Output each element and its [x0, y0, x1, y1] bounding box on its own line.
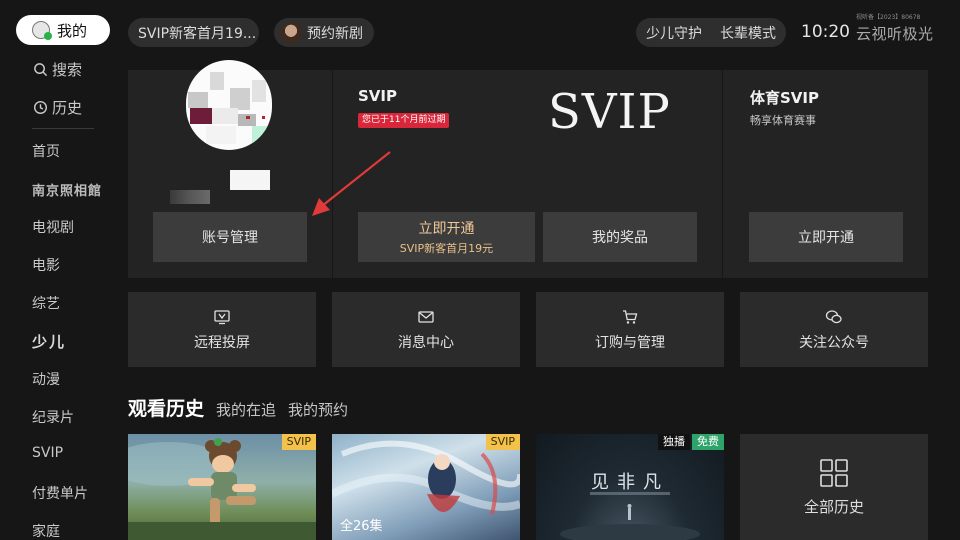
- expired-badge: 您已于11个月前过期: [358, 113, 450, 128]
- elder-mode-button[interactable]: 长辈模式: [720, 23, 776, 43]
- svip-badge: SVIP: [281, 434, 316, 450]
- order-manage-button[interactable]: 订购与管理: [536, 292, 724, 367]
- clock: 10:20: [801, 22, 850, 42]
- sidebar-item-me-label: 我的: [57, 21, 88, 40]
- blurred-info-block: [230, 170, 270, 190]
- sidebar-item-history-label: 历史: [52, 99, 83, 117]
- cart-icon: [623, 309, 638, 324]
- brand-logo: 云视听极光: [856, 25, 934, 43]
- sports-svip-subtitle: 畅享体育赛事: [750, 114, 816, 127]
- all-history-button[interactable]: 全部历史: [740, 434, 928, 540]
- sidebar-item-label: 家庭: [32, 524, 60, 540]
- grid-icon: [820, 458, 848, 487]
- license-number: 视听备【2023】80678: [856, 14, 921, 21]
- svip-badge: SVIP: [485, 434, 520, 450]
- tab-following[interactable]: 我的在追: [216, 399, 276, 420]
- remote-cast-button[interactable]: 远程投屏: [128, 292, 316, 367]
- sidebar-item-search[interactable]: 搜索: [32, 59, 82, 80]
- sidebar-item-anime[interactable]: 动漫: [32, 369, 60, 389]
- sidebar-item-history[interactable]: 历史: [32, 97, 82, 118]
- sidebar-divider: [32, 128, 94, 129]
- sidebar-item-family[interactable]: 家庭: [32, 521, 60, 540]
- sidebar-item-label: 付费单片: [32, 486, 88, 502]
- sidebar-item-nanjing-photo-studio[interactable]: 南京照相館: [32, 180, 102, 199]
- sidebar-item-variety[interactable]: 综艺: [32, 293, 60, 313]
- open-sports-svip-button[interactable]: 立即开通: [749, 212, 903, 262]
- sidebar-item-movies[interactable]: 电影: [32, 255, 60, 275]
- history-card[interactable]: SVIP: [128, 434, 316, 540]
- sidebar-item-documentary[interactable]: 纪录片: [32, 407, 74, 427]
- sidebar-item-label: SVIP: [32, 445, 64, 461]
- all-history-label: 全部历史: [803, 497, 864, 516]
- sidebar-item-paid-movies[interactable]: 付费单片: [32, 483, 88, 503]
- exclusive-badge: 独播: [658, 434, 690, 450]
- account-manage-label: 账号管理: [202, 230, 258, 246]
- episode-count: 全26集: [340, 519, 383, 534]
- free-badge: 免费: [692, 434, 724, 450]
- svip-title: SVIP: [358, 87, 397, 105]
- clock-icon: [32, 100, 48, 116]
- sports-svip-title: 体育SVIP: [750, 89, 819, 107]
- remote-cast-label: 远程投屏: [194, 334, 250, 351]
- tab-reservations[interactable]: 我的预约: [288, 399, 348, 420]
- sidebar-item-label: 纪录片: [32, 410, 74, 426]
- open-svip-label: 立即开通: [418, 221, 475, 237]
- open-sports-svip-label: 立即开通: [798, 230, 854, 246]
- sidebar-item-home[interactable]: 首页: [32, 141, 60, 161]
- my-prizes-button[interactable]: 我的奖品: [543, 212, 697, 262]
- reserve-new-drama-label: 预约新剧: [307, 25, 363, 42]
- wechat-icon: [825, 309, 842, 323]
- user-avatar-icon: [32, 21, 52, 40]
- sidebar-item-kids[interactable]: 少儿: [32, 331, 66, 352]
- user-avatar: [186, 60, 272, 150]
- annotation-arrow-icon: [312, 151, 391, 216]
- sidebar-item-me[interactable]: 我的: [16, 15, 110, 45]
- sidebar-item-label: 南京照相館: [32, 184, 103, 199]
- sidebar-item-svip[interactable]: SVIP: [32, 445, 63, 461]
- tv-cast-icon: [214, 309, 230, 324]
- reserve-new-drama-chip[interactable]: 预约新剧: [274, 18, 374, 47]
- message-center-label: 消息中心: [398, 334, 454, 351]
- order-manage-label: 订购与管理: [595, 334, 665, 351]
- history-tabs: 观看历史 我的在追 我的预约: [128, 394, 360, 421]
- svip-logo: SVIP: [548, 84, 671, 140]
- blurred-name-block: [170, 190, 210, 204]
- history-card[interactable]: SVIP 全26集: [332, 434, 520, 540]
- open-svip-promo: SVIP新客首月19元: [399, 242, 494, 255]
- follow-wechat-button[interactable]: 关注公众号: [740, 292, 928, 367]
- my-prizes-label: 我的奖品: [592, 230, 648, 246]
- sidebar-item-search-label: 搜索: [52, 61, 83, 79]
- follow-wechat-label: 关注公众号: [799, 334, 869, 351]
- svip-promo-chip[interactable]: SVIP新客首月19...: [128, 18, 259, 47]
- drama-avatar-icon: [280, 21, 302, 44]
- tab-watch-history[interactable]: 观看历史: [128, 394, 204, 421]
- svip-promo-label: SVIP新客首月19...: [138, 25, 257, 42]
- mail-icon: [418, 310, 434, 323]
- kids-guard-button[interactable]: 少儿守护: [646, 23, 702, 43]
- sidebar-item-label: 电视剧: [32, 220, 74, 236]
- history-card[interactable]: 见非凡 独播 免费: [536, 434, 724, 540]
- sidebar-item-label: 动漫: [32, 372, 60, 388]
- message-center-button[interactable]: 消息中心: [332, 292, 520, 367]
- search-icon: [32, 62, 48, 78]
- sidebar: 我的 搜索 历史 首页 南京照相館 电视剧 电影 综艺 少儿 动漫 纪录片 SV…: [0, 0, 112, 540]
- sidebar-item-label: 少儿: [32, 333, 67, 351]
- sidebar-item-label: 首页: [32, 144, 60, 160]
- account-manage-button[interactable]: 账号管理: [153, 212, 307, 262]
- sidebar-item-label: 综艺: [32, 296, 60, 312]
- sidebar-item-label: 电影: [32, 258, 60, 274]
- mode-switcher: 少儿守护 长辈模式: [636, 18, 786, 47]
- sidebar-item-tv-series[interactable]: 电视剧: [32, 217, 74, 237]
- panel-divider: [722, 70, 723, 278]
